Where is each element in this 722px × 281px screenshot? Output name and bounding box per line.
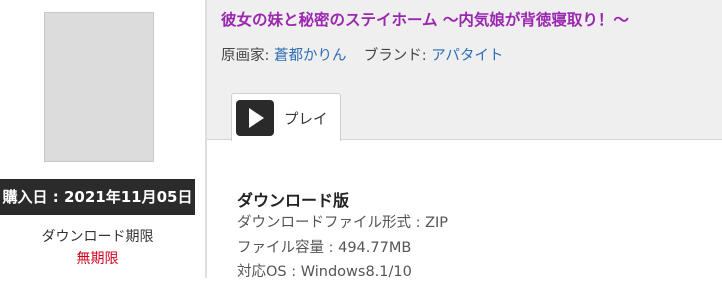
brand-label: ブランド: <box>363 48 427 64</box>
download-version-heading: ダウンロード版 <box>237 191 350 210</box>
brand-link[interactable]: アパタイト <box>431 48 503 64</box>
tab-play-label: プレイ <box>284 112 328 128</box>
purchase-date-bar: 購入日 : 2021年11月05日 <box>0 179 195 215</box>
product-credits: 原画家: 蒼都かりん ブランド: アパタイト <box>221 44 503 65</box>
package-cover-placeholder[interactable] <box>44 12 154 162</box>
artist-label: 原画家: <box>221 48 270 64</box>
product-sidebar: 購入日 : 2021年11月05日 ダウンロード期限 無期限 <box>0 0 205 278</box>
download-file-size: ファイル容量 : 494.77MB <box>237 240 412 256</box>
artist-link[interactable]: 蒼都かりん <box>274 48 347 64</box>
product-title[interactable]: 彼女の妹と秘密のステイホーム ～内気娘が背徳寝取り！～ <box>221 8 721 30</box>
play-icon <box>236 100 274 136</box>
download-deadline-label: ダウンロード期限 <box>41 229 154 245</box>
download-deadline-value: 無期限 <box>76 251 119 267</box>
product-header: 彼女の妹と秘密のステイホーム ～内気娘が背徳寝取り！～ 原画家: 蒼都かりん ブ… <box>207 0 722 141</box>
product-detail-panel: 彼女の妹と秘密のステイホーム ～内気娘が背徳寝取り！～ 原画家: 蒼都かりん ブ… <box>207 0 722 280</box>
tab-play[interactable]: プレイ <box>231 93 341 141</box>
download-format: ダウンロードファイル形式 : ZIP <box>237 215 449 231</box>
